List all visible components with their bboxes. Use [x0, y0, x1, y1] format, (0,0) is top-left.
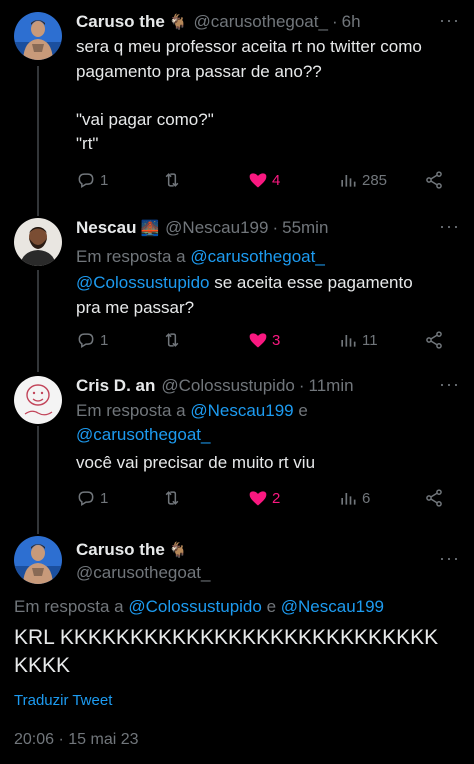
- author-name[interactable]: Caruso the: [76, 12, 165, 32]
- reply-to-link[interactable]: @Nescau199: [281, 597, 384, 616]
- mention-link[interactable]: @Colossustupido: [76, 273, 210, 292]
- reply-joiner: e: [293, 401, 308, 420]
- like-count: 3: [272, 331, 281, 349]
- more-options-icon[interactable]: ···: [439, 10, 460, 31]
- translate-tweet-link[interactable]: Traduzir Tweet: [14, 692, 112, 709]
- views-button[interactable]: 6: [338, 486, 370, 510]
- views-count: 6: [362, 489, 371, 507]
- reply-to-link[interactable]: @carusothegoat_: [76, 425, 210, 444]
- reply-count: 1: [100, 171, 109, 189]
- tweet-1[interactable]: Caruso the 🐐 @carusothegoat_ · 6h ··· se…: [0, 0, 474, 210]
- avatar[interactable]: [14, 12, 62, 60]
- retweet-icon: [165, 173, 179, 187]
- reply-context: Em resposta a @Nescau199 e: [76, 400, 308, 422]
- reply-icon: [78, 491, 94, 506]
- tweet-text-line: sera q meu professor aceita rt no twitte…: [76, 37, 422, 56]
- tweet-time[interactable]: 11min: [309, 376, 354, 396]
- tweet-actions: 1 4 285: [76, 168, 456, 192]
- tweet-3[interactable]: Cris D. an @Colossustupido · 11min ··· E…: [0, 370, 474, 530]
- tweet-text-line: "vai pagar como?": [76, 110, 214, 129]
- more-options-icon[interactable]: ···: [439, 216, 460, 237]
- goat-emoji: 🐐: [168, 14, 188, 31]
- views-count: 285: [362, 171, 388, 189]
- heart-icon: [249, 173, 267, 188]
- focused-tweet: Caruso the 🐐 @carusothegoat_ ··· Em resp…: [0, 530, 474, 764]
- avatar[interactable]: [14, 536, 62, 584]
- tweet-actions: 1 2 6: [76, 486, 456, 510]
- reply-context: Em resposta a @carusothegoat_: [76, 246, 325, 268]
- author-handle[interactable]: @carusothegoat_: [76, 562, 210, 584]
- reply-context: Em resposta a @Colossustupido e @Nescau1…: [14, 596, 384, 618]
- views-count: 11: [362, 331, 378, 349]
- author-handle[interactable]: @Colossustupido: [161, 376, 295, 396]
- reply-button[interactable]: 1: [76, 328, 108, 352]
- analytics-icon: [341, 335, 356, 347]
- retweet-button[interactable]: [162, 328, 186, 352]
- tweet-text-line: pra me passar?: [76, 298, 195, 317]
- tweet-text-line: pagamento pra passar de ano??: [76, 62, 322, 81]
- tweet-time[interactable]: 6h: [342, 12, 361, 32]
- share-icon: [426, 171, 442, 189]
- author-name[interactable]: Cris D. an: [76, 376, 155, 396]
- more-options-icon[interactable]: ···: [439, 374, 460, 395]
- retweet-icon: [165, 333, 179, 347]
- bridge-emoji: 🌉: [140, 220, 160, 237]
- reply-icon: [78, 173, 94, 188]
- reply-to-link[interactable]: @carusothegoat_: [190, 247, 324, 266]
- reply-button[interactable]: 1: [76, 486, 108, 510]
- share-icon: [426, 489, 442, 507]
- like-button[interactable]: 4: [248, 168, 280, 192]
- separator-dot: ·: [331, 12, 338, 31]
- tweet-text-line: você vai precisar de muito rt viu: [76, 453, 316, 472]
- like-count: 4: [272, 171, 281, 189]
- heart-icon: [249, 333, 267, 348]
- reply-to-link[interactable]: @Colossustupido: [128, 597, 262, 616]
- separator-dot: ·: [298, 376, 305, 395]
- tweet-text-line: KRL KKKKKKKKKKKKKKKKKKKKKKKKKKK: [14, 626, 439, 649]
- more-options-icon[interactable]: ···: [439, 548, 460, 569]
- reply-prefix: Em resposta a: [76, 247, 186, 266]
- reply-count: 1: [100, 489, 109, 507]
- avatar[interactable]: [14, 218, 62, 266]
- reply-to-link[interactable]: @Nescau199: [190, 401, 293, 420]
- tweet-actions: 1 3 11: [76, 328, 456, 352]
- like-button[interactable]: 2: [248, 486, 280, 510]
- views-button[interactable]: 11: [338, 328, 378, 352]
- retweet-button[interactable]: [162, 168, 186, 192]
- goat-emoji: 🐐: [168, 542, 188, 559]
- retweet-icon: [165, 491, 179, 505]
- tweet-time[interactable]: 55min: [282, 218, 328, 238]
- author-name[interactable]: Caruso the: [76, 540, 165, 560]
- share-icon: [426, 331, 442, 349]
- author-handle[interactable]: @Nescau199: [165, 218, 268, 238]
- reply-button[interactable]: 1: [76, 168, 108, 192]
- reply-joiner: e: [261, 597, 281, 616]
- like-button[interactable]: 3: [248, 328, 280, 352]
- avatar[interactable]: [14, 376, 62, 424]
- reply-context: @carusothegoat_: [76, 424, 210, 446]
- share-button[interactable]: [424, 328, 448, 352]
- reply-prefix: Em resposta a: [76, 401, 186, 420]
- tweet-text-line: "rt": [76, 134, 99, 153]
- analytics-icon: [341, 175, 356, 187]
- reply-count: 1: [100, 331, 109, 349]
- share-button[interactable]: [424, 168, 448, 192]
- author-name[interactable]: Nescau: [76, 218, 136, 238]
- tweet-text-line: @Colossustupido se aceita esse pagamento: [76, 272, 413, 294]
- share-button[interactable]: [424, 486, 448, 510]
- tweet-text: se aceita esse pagamento: [209, 273, 413, 292]
- views-button[interactable]: 285: [338, 168, 387, 192]
- like-count: 2: [272, 489, 281, 507]
- tweet-timestamp[interactable]: 20:06 · 15 mai 23: [14, 731, 139, 749]
- heart-icon: [249, 491, 267, 506]
- tweet-2[interactable]: Nescau 🌉 @Nescau199 · 55min ··· Em respo…: [0, 210, 474, 370]
- analytics-icon: [341, 493, 356, 505]
- reply-icon: [78, 333, 94, 348]
- author-handle[interactable]: @carusothegoat_: [193, 12, 327, 32]
- retweet-button[interactable]: [162, 486, 186, 510]
- reply-prefix: Em resposta a: [14, 597, 124, 616]
- tweet-text-line: KKKK: [14, 654, 71, 677]
- separator-dot: ·: [272, 218, 279, 237]
